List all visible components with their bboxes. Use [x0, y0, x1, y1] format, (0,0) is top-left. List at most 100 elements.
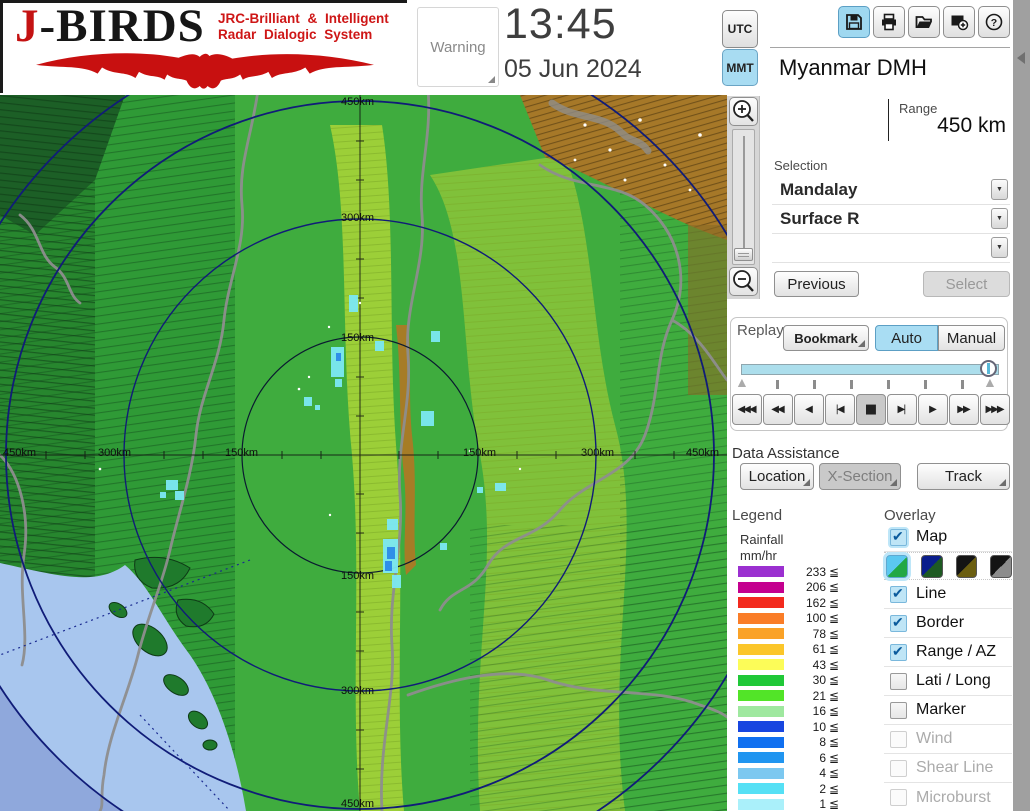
xsection-button[interactable]: X-Section	[819, 463, 901, 490]
station-name: Myanmar DMH	[779, 55, 927, 80]
legend-entry: 78 ≦	[738, 627, 853, 641]
location-button[interactable]: Location	[740, 463, 814, 490]
fast-forward-button[interactable]: ▶▶	[949, 394, 979, 425]
previous-button[interactable]: Previous	[774, 271, 859, 297]
panel-collapse-strip[interactable]	[1013, 0, 1030, 811]
legend-swatch	[738, 674, 784, 686]
checkbox-icon	[890, 759, 907, 777]
product-dropdown[interactable]: Surface R ▼	[772, 205, 1010, 234]
skip-start-button[interactable]: ◀◀◀	[732, 394, 762, 425]
checkbox-icon[interactable]	[890, 643, 907, 661]
print-button[interactable]	[873, 6, 905, 38]
legend-entry: 206 ≦	[738, 580, 853, 594]
overlay-item-lati-long[interactable]: Lati / Long	[884, 667, 1012, 696]
legend-entry: 43 ≦	[738, 658, 853, 672]
chevron-down-icon[interactable]: ▼	[991, 237, 1008, 258]
stop-button[interactable]: ■	[856, 394, 886, 425]
legend-swatch	[738, 736, 784, 748]
slider-start-marker[interactable]: ▲	[735, 375, 749, 389]
zoom-slider-thumb[interactable]	[734, 248, 753, 261]
manual-mode-button[interactable]: Manual	[938, 325, 1005, 351]
capture-image-button[interactable]	[943, 6, 975, 38]
overlay-list: Map Line Border Range / AZ	[884, 523, 1012, 811]
checkbox-icon[interactable]	[890, 672, 907, 690]
jbirds-logo: J-BIRDS JRC-Brilliant & Intelligent Rada…	[0, 0, 407, 93]
step-back-button[interactable]: |◀	[825, 394, 855, 425]
header-bar: J-BIRDS JRC-Brilliant & Intelligent Rada…	[0, 0, 1030, 95]
mmt-toggle-button[interactable]: MMT	[722, 49, 758, 86]
jbirds-app-window: J-BIRDS JRC-Brilliant & Intelligent Rada…	[0, 0, 1030, 811]
save-button[interactable]	[838, 6, 870, 38]
overlay-item-map[interactable]: Map	[884, 523, 1012, 552]
legend-entry: 61 ≦	[738, 642, 853, 656]
legend-swatch	[738, 566, 784, 577]
open-file-button[interactable]	[908, 6, 940, 38]
overlay-item-marker[interactable]: Marker	[884, 696, 1012, 725]
collapse-arrow-icon[interactable]	[1017, 52, 1025, 64]
bookmark-button[interactable]: Bookmark	[783, 325, 869, 351]
ring-label: 150km	[341, 332, 375, 344]
range-divider	[888, 99, 889, 141]
slider-end-marker[interactable]: ▲	[983, 375, 997, 389]
zoom-slider-track[interactable]	[732, 129, 755, 265]
checkbox-icon[interactable]	[890, 614, 907, 632]
extra-dropdown[interactable]: ▼	[772, 234, 1010, 263]
legend-label: Legend	[732, 507, 783, 524]
rainfall-legend: 233 ≦ 206 ≦ 162 ≦ 100 ≦ 78 ≦ 61 ≦ 43 ≦ 30 ≦ 21 ≦ …	[738, 565, 853, 811]
select-button[interactable]: Select	[923, 271, 1010, 297]
zoom-in-button[interactable]	[729, 97, 758, 126]
legend-swatch	[738, 659, 784, 670]
ring-label: 450km	[341, 798, 375, 810]
range-value: 450 km	[937, 114, 1006, 137]
play-reverse-button[interactable]: ◀	[794, 394, 824, 425]
radar-map-view[interactable]: 450km 300km 150km 150km 300km 450km 450k…	[0, 95, 727, 811]
site-dropdown-value: Mandalay	[780, 180, 858, 199]
checkbox-icon[interactable]	[890, 585, 907, 603]
overlay-item-line[interactable]: Line	[884, 580, 1012, 609]
ring-label: 150km	[463, 447, 497, 459]
checkbox-icon[interactable]	[890, 528, 907, 546]
legend-entry: 1 ≦	[738, 797, 853, 811]
legend-swatch	[738, 721, 784, 732]
selection-label: Selection	[774, 158, 828, 173]
map-style-swatch-2[interactable]	[920, 554, 943, 578]
utc-toggle-button[interactable]: UTC	[722, 10, 758, 48]
help-icon: ?	[985, 13, 1003, 31]
play-button[interactable]: ▶	[918, 394, 948, 425]
checkbox-icon	[890, 730, 907, 748]
clock-date: 05 Jun 2024	[504, 55, 642, 83]
map-style-selector	[884, 552, 1012, 580]
track-button[interactable]: Track	[917, 463, 1010, 490]
ring-label: 450km	[686, 447, 720, 459]
header-divider	[770, 47, 1010, 48]
overlay-item-border[interactable]: Border	[884, 609, 1012, 638]
print-icon	[882, 13, 896, 31]
zoom-out-button[interactable]	[729, 267, 758, 296]
data-assistance-label: Data Assistance	[732, 445, 840, 462]
legend-entry: 162 ≦	[738, 596, 853, 610]
warning-button[interactable]: Warning	[417, 7, 499, 87]
step-forward-button[interactable]: ▶|	[887, 394, 917, 425]
chevron-down-icon[interactable]: ▼	[991, 208, 1008, 229]
range-label: Range	[899, 101, 938, 116]
logo-title: J-BIRDS	[15, 0, 205, 52]
add-image-icon	[951, 15, 969, 31]
map-style-swatch-1[interactable]	[886, 554, 908, 578]
legend-entry: 10 ≦	[738, 720, 853, 734]
overlay-item-range-az[interactable]: Range / AZ	[884, 638, 1012, 667]
legend-entry: 21 ≦	[738, 689, 853, 703]
auto-mode-button[interactable]: Auto	[875, 325, 938, 351]
map-style-swatch-4[interactable]	[990, 554, 1012, 578]
site-dropdown[interactable]: Mandalay ▼	[772, 176, 1010, 205]
fast-rewind-button[interactable]: ◀◀	[763, 394, 793, 425]
checkbox-icon	[890, 789, 907, 806]
skip-end-button[interactable]: ▶▶▶	[980, 394, 1010, 425]
help-button[interactable]: ?	[978, 6, 1010, 38]
map-style-swatch-3[interactable]	[955, 554, 978, 578]
chevron-down-icon[interactable]: ▼	[991, 179, 1008, 200]
legend-unit-line1: Rainfall	[740, 532, 784, 547]
svg-text:?: ?	[991, 17, 997, 29]
checkbox-icon[interactable]	[890, 701, 907, 719]
replay-progress-slider[interactable]	[741, 364, 999, 375]
ring-label: 300km	[341, 212, 375, 224]
